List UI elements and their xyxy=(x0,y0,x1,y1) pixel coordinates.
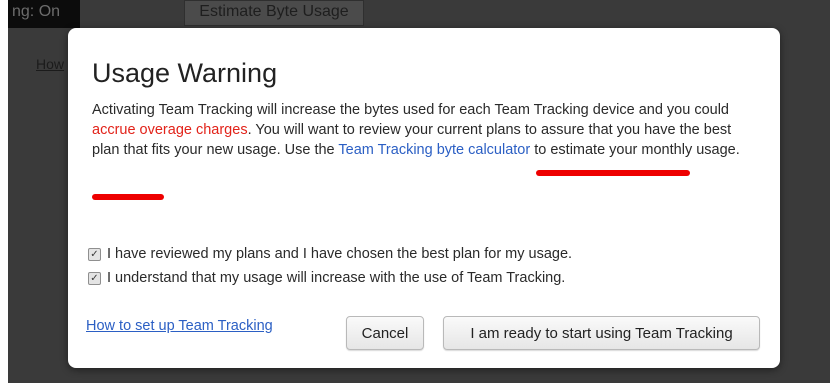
red-underline-mark xyxy=(536,170,690,176)
cancel-button[interactable]: Cancel xyxy=(346,316,424,350)
review-plans-checkbox-row[interactable]: ✓ I have reviewed my plans and I have ch… xyxy=(88,246,572,262)
overage-warning-text: accrue overage charges xyxy=(92,122,248,138)
dialog-message: Activating Team Tracking will increase t… xyxy=(92,100,762,160)
usage-increase-checkbox[interactable]: ✓ xyxy=(88,271,101,285)
review-plans-label: I have reviewed my plans and I have chos… xyxy=(107,246,573,262)
usage-warning-dialog: Usage Warning Activating Team Tracking w… xyxy=(68,28,780,368)
setup-team-tracking-link[interactable]: How to set up Team Tracking xyxy=(86,318,273,334)
usage-increase-label: I understand that my usage will increase… xyxy=(107,270,566,286)
byte-calculator-link[interactable]: Team Tracking byte calculator xyxy=(338,142,530,158)
background-status-label: ng: On xyxy=(8,0,80,28)
background-estimate-button: Estimate Byte Usage xyxy=(184,0,364,26)
review-plans-checkbox[interactable]: ✓ xyxy=(88,247,101,261)
red-underline-mark xyxy=(92,194,164,200)
message-text-3: to estimate your monthly usage. xyxy=(530,142,740,158)
background-howto-link: How xyxy=(36,56,65,72)
usage-increase-checkbox-row[interactable]: ✓ I understand that my usage will increa… xyxy=(88,270,565,286)
message-text-1: Activating Team Tracking will increase t… xyxy=(92,102,729,118)
start-team-tracking-button[interactable]: I am ready to start using Team Tracking xyxy=(443,316,760,350)
dialog-title: Usage Warning xyxy=(92,58,278,88)
